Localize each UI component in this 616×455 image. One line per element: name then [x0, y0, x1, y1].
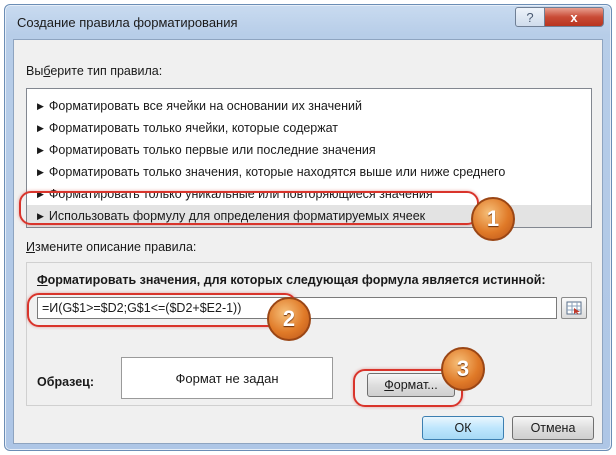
callout-badge-3: 3	[441, 347, 485, 391]
help-button[interactable]: ?	[515, 7, 545, 27]
arrow-right-icon: ▶	[37, 122, 44, 133]
rule-type-item[interactable]: ▶ Форматировать только первые или послед…	[27, 139, 591, 161]
arrow-right-icon: ▶	[37, 166, 44, 177]
arrow-right-icon: ▶	[37, 100, 44, 111]
arrow-right-icon: ▶	[37, 210, 44, 221]
format-preview: Формат не задан	[121, 357, 333, 399]
formula-title: Форматировать значения, для которых след…	[37, 273, 546, 287]
arrow-right-icon: ▶	[37, 144, 44, 155]
sample-label: Образец:	[37, 375, 95, 389]
dialog-title: Создание правила форматирования	[17, 15, 238, 30]
rule-type-item[interactable]: ▶ Форматировать только значения, которые…	[27, 161, 591, 183]
close-icon: x	[570, 9, 578, 25]
help-icon: ?	[526, 9, 534, 25]
rule-description-label: Измените описание правила:	[26, 240, 197, 254]
rule-type-label: Выберите тип правила:	[26, 64, 163, 78]
range-select-icon	[566, 301, 582, 315]
close-button[interactable]: x	[544, 7, 604, 27]
range-select-button[interactable]	[561, 297, 587, 319]
rule-type-item[interactable]: ▶ Форматировать только ячейки, которые с…	[27, 117, 591, 139]
arrow-right-icon: ▶	[37, 188, 44, 199]
format-rule-dialog: Создание правила форматирования ? x Выбе…	[4, 4, 612, 451]
callout-badge-1: 1	[471, 197, 515, 241]
cancel-button[interactable]: Отмена	[512, 416, 594, 440]
dialog-body: Выберите тип правила: ▶ Форматировать вс…	[13, 39, 603, 444]
rule-type-item[interactable]: ▶ Форматировать все ячейки на основании …	[27, 95, 591, 117]
ok-button[interactable]: ОК	[422, 416, 504, 440]
callout-badge-2: 2	[267, 297, 311, 341]
title-bar[interactable]: Создание правила форматирования ? x	[5, 5, 611, 39]
rule-description-panel: Форматировать значения, для которых след…	[26, 262, 592, 406]
